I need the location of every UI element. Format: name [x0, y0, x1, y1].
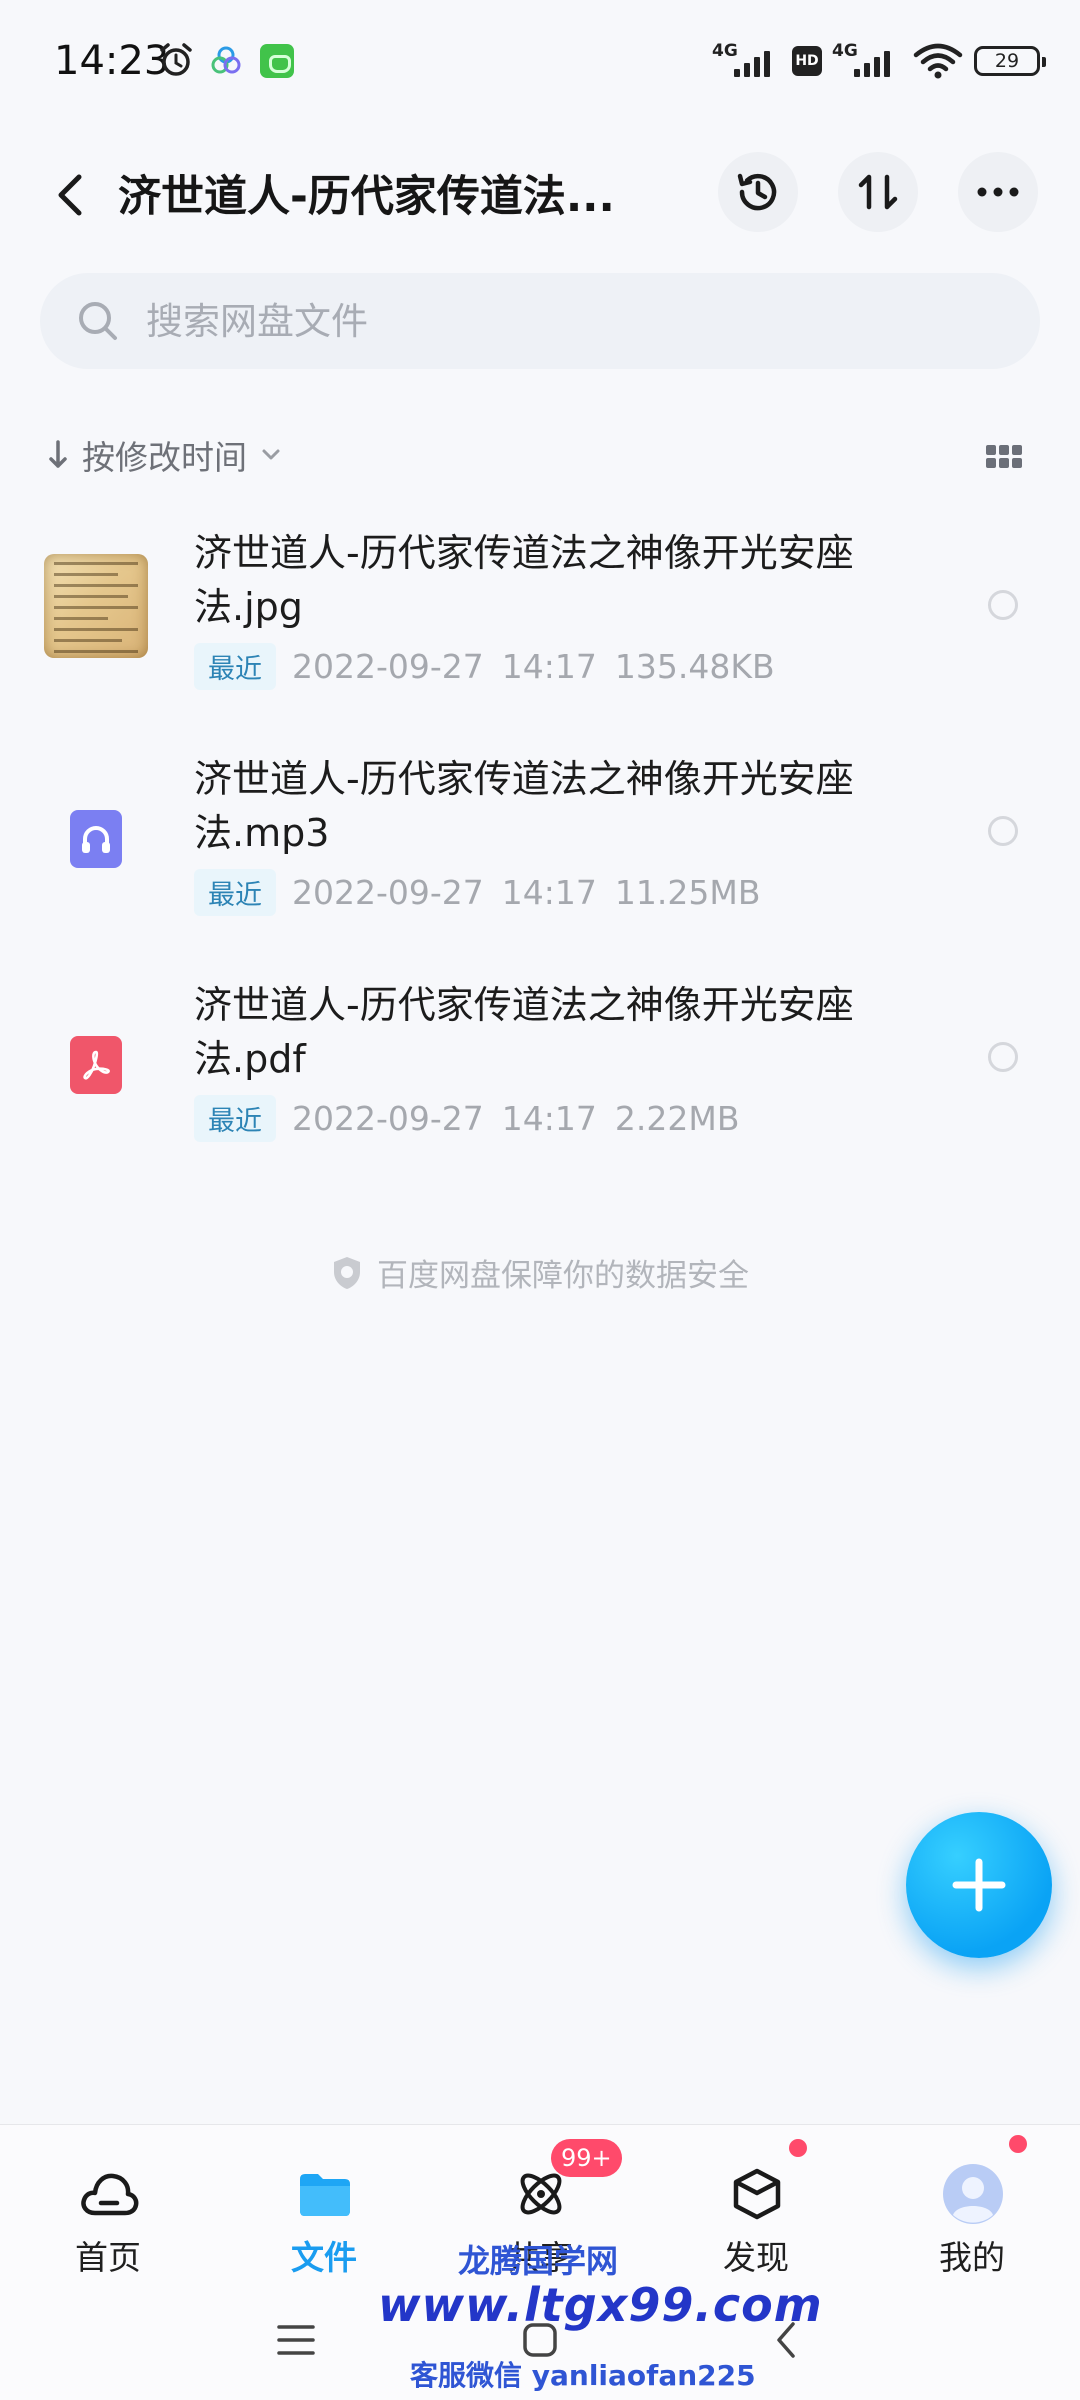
recent-apps-button[interactable] [266, 2310, 326, 2370]
recent-badge: 最近 [194, 868, 276, 916]
chevron-down-icon [262, 449, 280, 460]
file-meta: 最近 2022-09-27 14:17 135.48KB [194, 642, 775, 690]
file-meta: 最近 2022-09-27 14:17 11.25MB [194, 868, 760, 916]
alarm-icon [160, 43, 192, 76]
file-name: 济世道人-历代家传道法之神像开光安座法.pdf [194, 983, 854, 1081]
signal-icon-2: 4G [832, 41, 902, 81]
grid-view-toggle-icon[interactable] [986, 445, 1022, 473]
recent-badge: 最近 [194, 642, 276, 690]
tab-label: 我的 [939, 2238, 1005, 2277]
tab-files[interactable]: 文件 [249, 2125, 399, 2277]
history-button[interactable] [718, 152, 798, 232]
app-notification-icon-green [260, 44, 294, 78]
app-notification-icon [211, 46, 241, 74]
status-bar: 14:23 4G HD 4G 29 [0, 0, 1080, 125]
transfer-button[interactable] [838, 152, 918, 232]
file-time: 14:17 [501, 872, 597, 912]
new-dot-badge [1009, 2135, 1027, 2153]
file-size: 135.48KB [614, 646, 775, 686]
transfer-icon [858, 174, 898, 210]
select-checkbox[interactable] [988, 590, 1018, 620]
file-date: 2022-09-27 [292, 1098, 484, 1138]
file-list: 济世道人-历代家传道法之神像开光安座法.jpg 最近 2022-09-27 14… [0, 510, 1080, 1188]
battery-indicator: 29 [974, 46, 1046, 76]
sort-arrow-icon [49, 440, 67, 468]
shield-icon [334, 1256, 360, 1289]
file-row-mp3[interactable]: 济世道人-历代家传道法之神像开光安座法.mp3 最近 2022-09-27 14… [0, 736, 1080, 962]
file-date: 2022-09-27 [292, 872, 484, 912]
image-thumbnail [44, 554, 148, 658]
sort-label: 按修改时间 [82, 438, 247, 477]
search-icon [79, 302, 117, 340]
file-meta: 最近 2022-09-27 14:17 2.22MB [194, 1094, 739, 1142]
select-checkbox[interactable] [988, 1042, 1018, 1072]
search-bar[interactable] [40, 273, 1040, 369]
audio-file-icon [70, 810, 122, 868]
watermark-site-name: 龙腾国学网 [458, 2242, 619, 2280]
file-browser-screen: 14:23 4G HD 4G 29 济世道人-历代家传道法... 搜索网盘文件 … [0, 0, 1080, 2400]
cube-discover-icon [726, 2163, 788, 2225]
security-text: 百度网盘保障你的数据安全 [377, 1258, 749, 1294]
tab-label: 发现 [723, 2238, 789, 2277]
plus-icon [952, 1858, 1006, 1912]
file-time: 14:17 [501, 646, 597, 686]
recent-badge: 最近 [194, 1094, 276, 1142]
new-dot-badge [789, 2139, 807, 2157]
pdf-file-icon [70, 1036, 122, 1094]
tab-discover[interactable]: 发现 [681, 2125, 831, 2277]
file-size: 2.22MB [614, 1098, 740, 1138]
select-checkbox[interactable] [988, 816, 1018, 846]
sort-selector[interactable]: 按修改时间 [48, 430, 281, 480]
signal-icon: 4G [712, 41, 782, 81]
file-size: 11.25MB [614, 872, 761, 912]
notification-count-badge: 99+ [551, 2139, 622, 2177]
tab-label: 首页 [75, 2238, 141, 2277]
more-button[interactable] [958, 152, 1038, 232]
back-button[interactable] [40, 165, 100, 225]
watermark-contact: 客服微信 yanliaofan225 [410, 2359, 756, 2392]
file-name: 济世道人-历代家传道法之神像开光安座法.jpg [194, 531, 854, 629]
status-time: 14:23 [54, 38, 170, 84]
tab-label: 文件 [291, 2238, 357, 2277]
history-icon [737, 173, 777, 211]
file-time: 14:17 [501, 1098, 597, 1138]
search-input[interactable] [146, 273, 996, 369]
tab-me[interactable]: 我的 [897, 2125, 1047, 2277]
status-indicators: 4G HD 4G 29 [712, 36, 1046, 86]
tab-home[interactable]: 首页 [33, 2125, 183, 2277]
file-date: 2022-09-27 [292, 646, 484, 686]
cloud-home-icon [78, 2163, 140, 2225]
avatar-icon [942, 2163, 1004, 2225]
security-note: 百度网盘保障你的数据安全 [0, 1250, 1080, 1295]
menu-icon [277, 2325, 315, 2355]
wifi-icon [913, 43, 963, 79]
hd-voice-icon: HD [792, 46, 822, 76]
file-row-pdf[interactable]: 济世道人-历代家传道法之神像开光安座法.pdf 最近 2022-09-27 14… [0, 962, 1080, 1188]
folder-icon [294, 2163, 356, 2225]
file-row-jpg[interactable]: 济世道人-历代家传道法之神像开光安座法.jpg 最近 2022-09-27 14… [0, 510, 1080, 736]
back-arrow-icon [58, 174, 82, 216]
top-app-bar: 济世道人-历代家传道法... [0, 125, 1080, 275]
watermark-url: www.ltgx99.com [378, 2278, 823, 2332]
page-title: 济世道人-历代家传道法... [118, 172, 615, 222]
more-icon [977, 187, 1019, 197]
file-name: 济世道人-历代家传道法之神像开光安座法.mp3 [194, 757, 854, 855]
add-button[interactable] [906, 1812, 1052, 1958]
